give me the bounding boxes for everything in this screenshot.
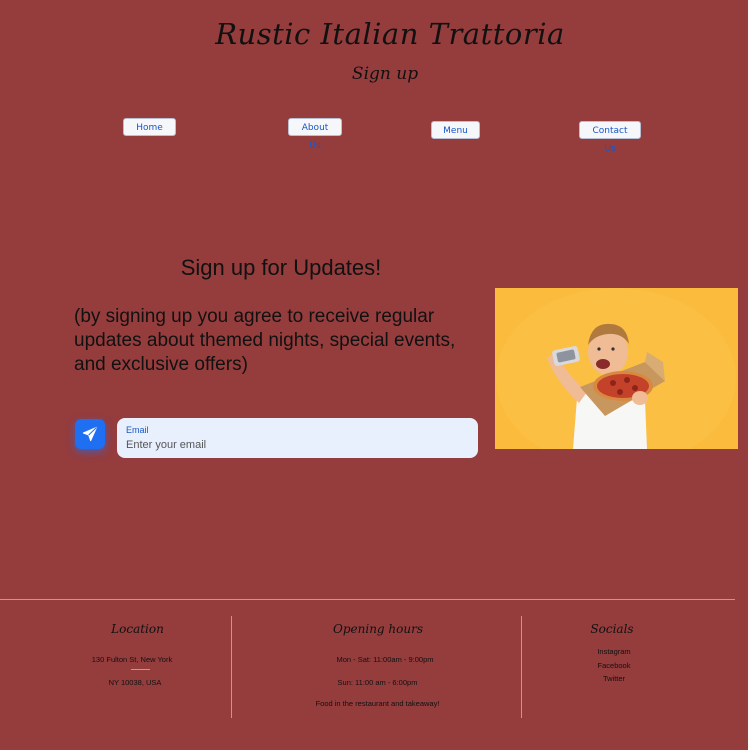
footer-column-divider (521, 616, 522, 718)
hero-image (495, 288, 738, 449)
page-subtitle: Sign up (351, 64, 419, 84)
footer-hours-title: Opening hours (333, 622, 423, 636)
selfie-pizza-illustration (495, 288, 738, 449)
social-link-instagram[interactable]: Instagram (584, 647, 644, 656)
email-input[interactable] (126, 439, 469, 451)
nav-home-button[interactable]: Home (123, 118, 176, 136)
footer-address-line2: NY 10038, USA (108, 678, 162, 687)
email-label: Email (126, 425, 149, 435)
address-divider (131, 669, 150, 670)
signup-heading: Sign up for Updates! (180, 255, 382, 280)
nav-about-button[interactable]: About Us (288, 118, 342, 151)
social-link-facebook[interactable]: Facebook (584, 661, 644, 670)
site-title: Rustic Italian Trattoria (215, 17, 565, 51)
footer-column-divider (231, 616, 232, 718)
footer-hours-weekday: Mon - Sat: 11:00am - 9:00pm (336, 655, 434, 664)
footer-divider (0, 599, 735, 600)
social-link-twitter[interactable]: Twitter (584, 674, 644, 683)
footer-hours-sunday: Sun: 11:00 am - 6:00pm (337, 678, 418, 687)
footer-location-title: Location (111, 622, 164, 636)
paper-plane-icon (82, 426, 98, 442)
nav-menu-button[interactable]: Menu (431, 121, 480, 139)
signup-description: (by signing up you agree to receive regu… (74, 306, 456, 375)
nav-contact-button[interactable]: Contact Us (579, 121, 641, 154)
email-field[interactable]: Email (117, 418, 478, 458)
send-button[interactable] (75, 419, 105, 449)
footer-socials-title: Socials (590, 622, 634, 636)
footer-address-line1: 130 Fulton St, New York (91, 655, 173, 664)
footer-hours-note: Food in the restaurant and takeaway! (315, 699, 440, 708)
